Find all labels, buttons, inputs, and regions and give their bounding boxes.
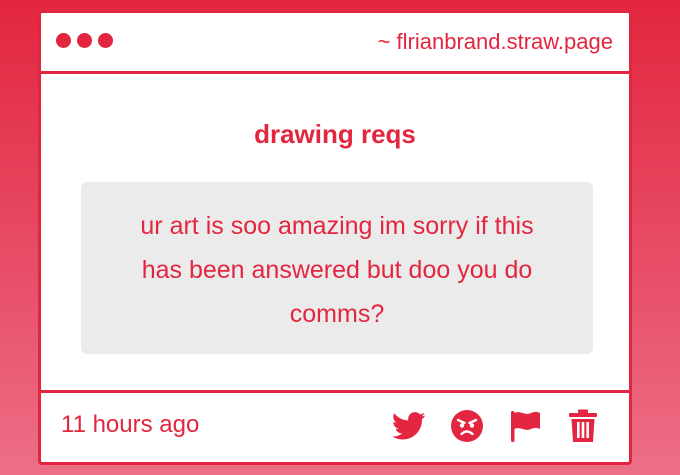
question-text: ur art is soo amazing im sorry if this h… [81, 182, 593, 354]
flag-icon [511, 411, 540, 442]
angry-face-icon [451, 410, 483, 442]
page-url[interactable]: ~ flrianbrand.straw.page [378, 29, 613, 55]
post-footer: 11 hours ago [41, 390, 629, 462]
delete-button[interactable] [565, 408, 601, 444]
report-flag-button[interactable] [507, 408, 543, 444]
window-dot-3 [98, 33, 113, 48]
window-titlebar: ~ flrianbrand.straw.page [41, 13, 629, 74]
window-dot-2 [77, 33, 92, 48]
angry-reaction-button[interactable] [449, 408, 485, 444]
question-card: ~ flrianbrand.straw.page drawing reqs ur… [38, 10, 632, 465]
window-controls [56, 33, 113, 48]
trash-icon [569, 409, 597, 442]
post-content: drawing reqs ur art is soo amazing im so… [41, 74, 629, 396]
timestamp: 11 hours ago [61, 411, 200, 438]
window-dot-1 [56, 33, 71, 48]
twitter-share-button[interactable] [391, 408, 427, 444]
post-title: drawing reqs [254, 119, 416, 149]
action-bar [391, 408, 601, 444]
twitter-icon [392, 412, 426, 440]
